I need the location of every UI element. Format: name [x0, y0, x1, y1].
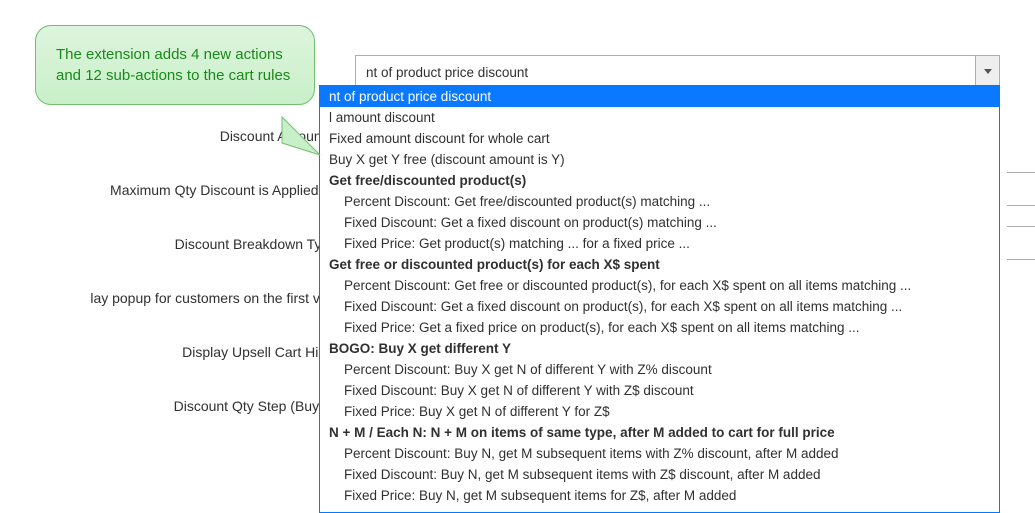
select-option[interactable]: Percent Discount: Buy X get N of differe… — [320, 359, 999, 380]
field-stub — [1007, 172, 1035, 206]
select-option[interactable]: l amount discount — [320, 107, 999, 128]
select-option[interactable]: Buy X get Y free (discount amount is Y) — [320, 149, 999, 170]
select-option[interactable]: nt of product price discount — [320, 86, 999, 107]
select-option[interactable]: Fixed Discount: Get a fixed discount on … — [320, 212, 999, 233]
info-callout: The extension adds 4 new actions and 12 … — [35, 25, 315, 105]
select-option[interactable]: Percent Discount: Get free/discounted pr… — [320, 191, 999, 212]
field-stub — [1007, 226, 1035, 260]
select-option[interactable]: Fixed Price: Get product(s) matching ...… — [320, 233, 999, 254]
select-option[interactable]: Fixed Discount: Buy X get N of different… — [320, 380, 999, 401]
apply-select-value: nt of product price discount — [356, 65, 975, 80]
apply-select[interactable]: nt of product price discount — [355, 55, 1000, 89]
select-option[interactable]: Fixed Discount: Buy N, get M subsequent … — [320, 464, 999, 485]
select-option[interactable]: Fixed Price: Buy X get N of different Y … — [320, 401, 999, 422]
info-callout-text: The extension adds 4 new actions and 12 … — [56, 46, 290, 84]
label-qty-step: Discount Qty Step (Buy X) — [0, 398, 355, 414]
select-option[interactable]: Percent Discount: Buy N, get M subsequen… — [320, 443, 999, 464]
select-option-group[interactable]: BOGO: Buy X get different Y — [320, 338, 999, 359]
label-breakdown-type: Discount Breakdown Type — [0, 236, 355, 252]
select-option-group[interactable]: Get free/discounted product(s) — [320, 170, 999, 191]
select-option[interactable]: Fixed Discount: Get a fixed discount on … — [320, 296, 999, 317]
label-max-qty: Maximum Qty Discount is Applied To — [0, 182, 355, 198]
select-option[interactable]: Fixed amount discount for whole cart — [320, 128, 999, 149]
label-display-popup: lay popup for customers on the first vis… — [0, 290, 355, 306]
label-upsell-hints: Display Upsell Cart Hints — [0, 344, 355, 360]
select-option[interactable]: Percent Discount: Get free or discounted… — [320, 275, 999, 296]
select-option[interactable]: Fixed Price: Buy N, get M subsequent ite… — [320, 485, 999, 506]
select-option-group[interactable]: N + M / Each N: N + M on items of same t… — [320, 422, 999, 443]
apply-select-dropdown[interactable]: nt of product price discountl amount dis… — [319, 85, 1000, 513]
select-option[interactable]: Fixed Price: Get a fixed price on produc… — [320, 317, 999, 338]
dropdown-arrow-icon[interactable] — [975, 56, 999, 88]
select-option-group[interactable]: Get free or discounted product(s) for ea… — [320, 254, 999, 275]
